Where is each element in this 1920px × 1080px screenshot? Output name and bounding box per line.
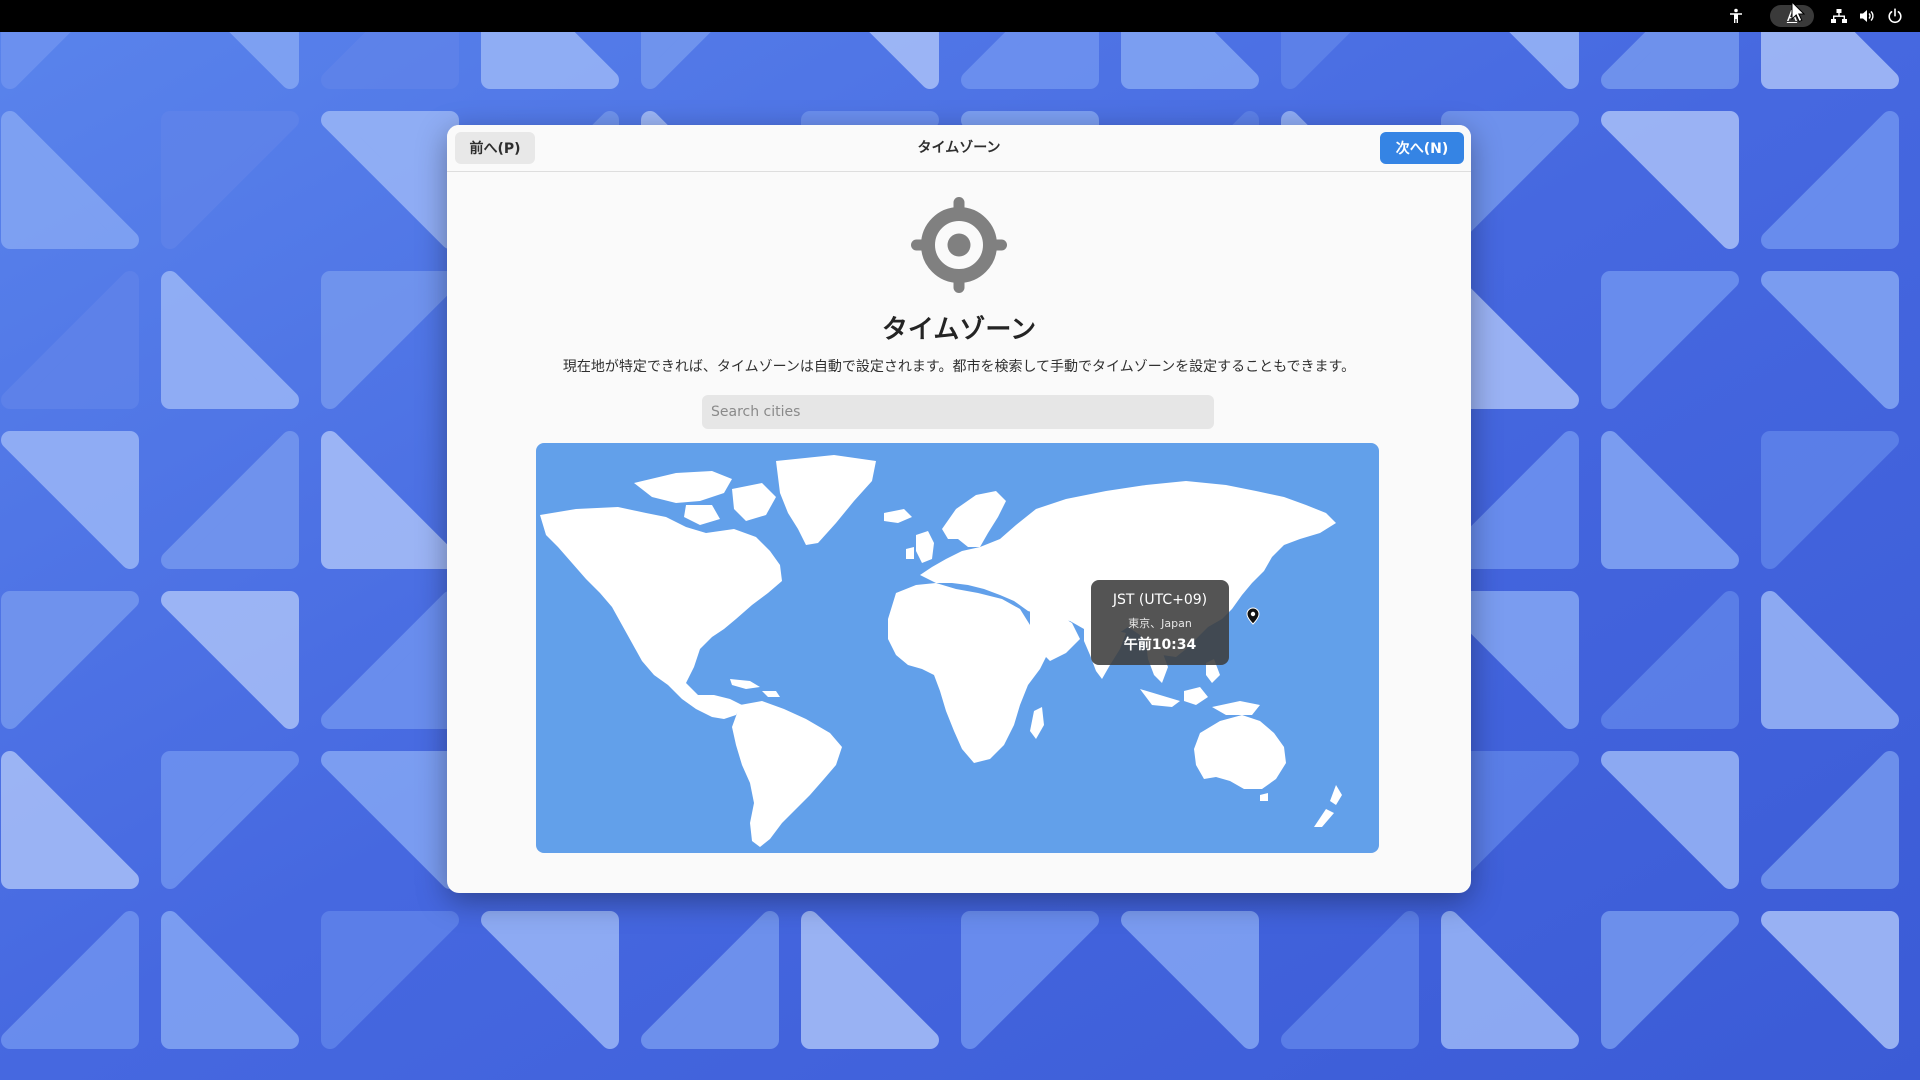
next-button[interactable]: 次へ(N) <box>1380 132 1464 164</box>
dialog-title: タイムゾーン <box>917 140 1001 156</box>
network-icon[interactable] <box>1828 0 1850 32</box>
timezone-local-time: 午前10:34 <box>1123 637 1197 653</box>
timezone-popup: JST (UTC+09) 東京、Japan 午前10:34 <box>1091 580 1229 665</box>
timezone-setup-dialog: 前へ(P) タイムゾーン 次へ(N) タイムゾーン 現在地が特定できれば、タイム… <box>447 125 1471 893</box>
top-bar: A <box>0 0 1920 32</box>
power-icon[interactable] <box>1884 0 1906 32</box>
header-bar: 前へ(P) タイムゾーン 次へ(N) <box>447 125 1471 172</box>
world-map[interactable]: JST (UTC+09) 東京、Japan 午前10:34 <box>536 443 1379 853</box>
location-pin-icon <box>1246 607 1260 625</box>
location-crosshair-icon <box>911 197 1007 293</box>
back-button[interactable]: 前へ(P) <box>455 132 535 164</box>
city-search-input[interactable] <box>702 395 1214 429</box>
timezone-city: 東京、Japan <box>1128 617 1192 630</box>
volume-icon[interactable] <box>1856 0 1878 32</box>
timezone-abbreviation: JST (UTC+09) <box>1112 592 1208 608</box>
accessibility-icon[interactable] <box>1725 0 1747 32</box>
mouse-pointer-icon <box>1791 1 1805 23</box>
page-heading: タイムゾーン <box>881 315 1037 345</box>
world-map-land <box>540 455 1342 847</box>
page-description: 現在地が特定できれば、タイムゾーンは自動で設定されます。都市を検索して手動でタイ… <box>562 359 1356 375</box>
